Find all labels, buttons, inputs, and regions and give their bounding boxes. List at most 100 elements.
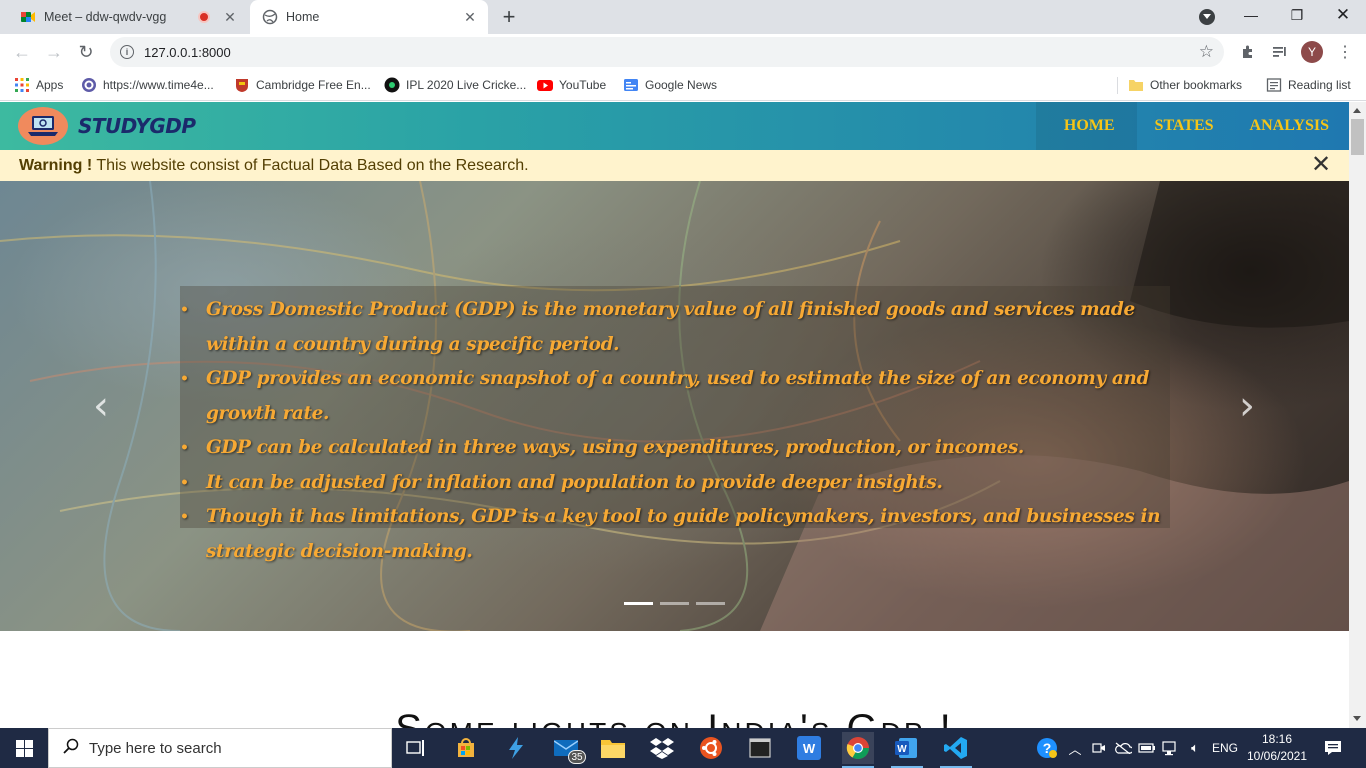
mail-icon[interactable]: 35: [550, 732, 586, 764]
svg-text:W: W: [897, 744, 907, 755]
search-placeholder: Type here to search: [89, 739, 222, 757]
ubuntu-icon[interactable]: [695, 732, 727, 764]
bookmark-label: Apps: [36, 78, 64, 92]
wps-writer-icon[interactable]: W: [793, 732, 825, 764]
profile-avatar[interactable]: Y: [1301, 41, 1323, 63]
reading-list-button[interactable]: Reading list: [1266, 76, 1351, 94]
onedrive-icon[interactable]: [1114, 739, 1132, 757]
bookmark-label: Cambridge Free En...: [256, 78, 371, 92]
list-item: GDP provides an economic snapshot of a c…: [180, 362, 1180, 431]
page-scrollbar[interactable]: [1349, 102, 1366, 728]
close-icon[interactable]: ✕: [1309, 153, 1333, 178]
tab-title: Meet – ddw-qwdv-vgg: [44, 10, 167, 24]
mail-unread-badge: 35: [568, 750, 586, 764]
help-icon[interactable]: ?: [1036, 737, 1058, 759]
carousel-prev-chevron-icon[interactable]: ‹: [86, 386, 116, 426]
windows-start-icon[interactable]: [0, 728, 48, 768]
cricket-icon: [384, 77, 400, 93]
bookmarks-separator: [1117, 77, 1118, 94]
address-bar[interactable]: i 127.0.0.1:8000 ☆: [110, 37, 1224, 67]
search-icon: [63, 738, 79, 759]
task-view-icon[interactable]: [400, 732, 432, 764]
reload-icon[interactable]: ↻: [74, 40, 98, 64]
carousel-indicators: [624, 602, 732, 605]
media-queue-icon[interactable]: [1270, 42, 1290, 62]
extensions-puzzle-icon[interactable]: [1238, 42, 1258, 62]
google-news-icon: [624, 79, 638, 91]
bookmark-star-icon[interactable]: ☆: [1199, 42, 1214, 62]
globe-icon: [82, 78, 96, 92]
bookmark-label: YouTube: [559, 78, 607, 92]
browser-tab-strip: Meet – ddw-qwdv-vgg ✕ Home ✕ + — ❐ ✕: [0, 0, 1366, 34]
alert-body: This website consist of Factual Data Bas…: [92, 157, 529, 174]
page-viewport: STUDYGDP HOME STATES ANALYSIS Warning ! …: [0, 102, 1349, 728]
battery-icon[interactable]: [1138, 739, 1156, 757]
youtube-icon: [537, 80, 553, 91]
bookmarks-bar: Apps https://www.time4e... Cambridge Fre…: [0, 70, 1366, 101]
tab-home[interactable]: Home ✕: [250, 0, 488, 34]
close-window-icon[interactable]: ✕: [1320, 0, 1366, 30]
close-icon[interactable]: ✕: [462, 9, 478, 25]
input-language[interactable]: ENG: [1212, 741, 1238, 755]
close-icon[interactable]: ✕: [222, 9, 238, 25]
bookmark-time4e[interactable]: https://www.time4e...: [81, 76, 214, 94]
bookmark-label: Other bookmarks: [1150, 78, 1243, 92]
taskbar-search-box[interactable]: Type here to search: [48, 728, 392, 768]
laptop-logo-icon[interactable]: [18, 107, 68, 145]
restore-icon[interactable]: ❐: [1274, 0, 1320, 30]
list-item: It can be adjusted for inflation and pop…: [180, 466, 1180, 501]
bookmark-youtube[interactable]: YouTube: [537, 76, 606, 94]
url-text[interactable]: 127.0.0.1:8000: [144, 45, 1199, 60]
bookmark-google-news[interactable]: Google News: [623, 76, 717, 94]
browser-toolbar: ← → ↻ i 127.0.0.1:8000 ☆ Y ⋮: [0, 34, 1366, 70]
brand-name[interactable]: STUDYGDP: [78, 114, 196, 138]
more-menu-icon[interactable]: ⋮: [1335, 42, 1355, 62]
site-navbar: STUDYGDP HOME STATES ANALYSIS: [0, 102, 1349, 150]
bookmark-cambridge[interactable]: Cambridge Free En...: [234, 76, 371, 94]
tab-meet[interactable]: Meet – ddw-qwdv-vgg ✕: [8, 0, 248, 34]
carousel-indicator-1[interactable]: [624, 602, 653, 605]
globe-icon: [262, 9, 278, 25]
nav-link-home[interactable]: HOME: [1035, 102, 1137, 150]
microsoft-store-icon[interactable]: [450, 732, 482, 764]
back-arrow-icon[interactable]: ←: [10, 40, 34, 64]
scroll-up-arrow-icon[interactable]: [1353, 108, 1361, 113]
bookmark-apps[interactable]: Apps: [14, 76, 63, 94]
forward-arrow-icon[interactable]: →: [42, 40, 66, 64]
scrollbar-thumb[interactable]: [1351, 119, 1364, 155]
info-icon[interactable]: i: [120, 45, 134, 59]
nav-link-states[interactable]: STATES: [1137, 102, 1232, 150]
list-item: Gross Domestic Product (GDP) is the mone…: [180, 293, 1180, 362]
dropbox-icon[interactable]: [646, 732, 678, 764]
nav-link-analysis[interactable]: ANALYSIS: [1232, 102, 1349, 150]
chevron-up-icon[interactable]: ︿: [1066, 739, 1084, 757]
carousel-indicator-3[interactable]: [696, 602, 725, 605]
section-heading: Some lights on India's Gdp !: [0, 707, 1349, 728]
bookmark-other-bookmarks[interactable]: Other bookmarks: [1128, 76, 1242, 94]
chrome-icon[interactable]: [842, 732, 874, 768]
terminal-window-icon[interactable]: [744, 732, 776, 764]
new-tab-button[interactable]: +: [498, 4, 520, 29]
microsoft-word-icon[interactable]: W: [891, 732, 923, 768]
file-explorer-icon[interactable]: [597, 732, 629, 764]
power-automate-icon[interactable]: [500, 732, 532, 764]
vscode-icon[interactable]: [940, 732, 972, 768]
carousel-indicator-2[interactable]: [660, 602, 689, 605]
tab-title: Home: [286, 10, 320, 24]
bookmark-label: Google News: [645, 78, 718, 92]
volume-icon[interactable]: 🔈︎: [1186, 739, 1204, 757]
minimize-icon[interactable]: —: [1228, 0, 1274, 30]
list-item: Though it has limitations, GDP is a key …: [180, 500, 1180, 569]
network-icon[interactable]: [1162, 739, 1180, 757]
tab-search-icon[interactable]: [1199, 9, 1215, 25]
carousel-next-chevron-icon[interactable]: ›: [1232, 386, 1262, 426]
alert-strong: Warning !: [19, 157, 93, 174]
scroll-down-arrow-icon[interactable]: [1353, 716, 1361, 721]
alert-message: Warning ! This website consist of Factua…: [19, 157, 529, 175]
clock-time: 18:16: [1261, 732, 1293, 746]
recording-indicator-icon: [198, 11, 210, 23]
notifications-icon[interactable]: [1324, 739, 1342, 757]
system-clock[interactable]: 18:16 10/06/2021: [1240, 731, 1314, 765]
bookmark-ipl[interactable]: IPL 2020 Live Cricke...: [384, 76, 526, 94]
meet-now-icon[interactable]: [1090, 739, 1108, 757]
